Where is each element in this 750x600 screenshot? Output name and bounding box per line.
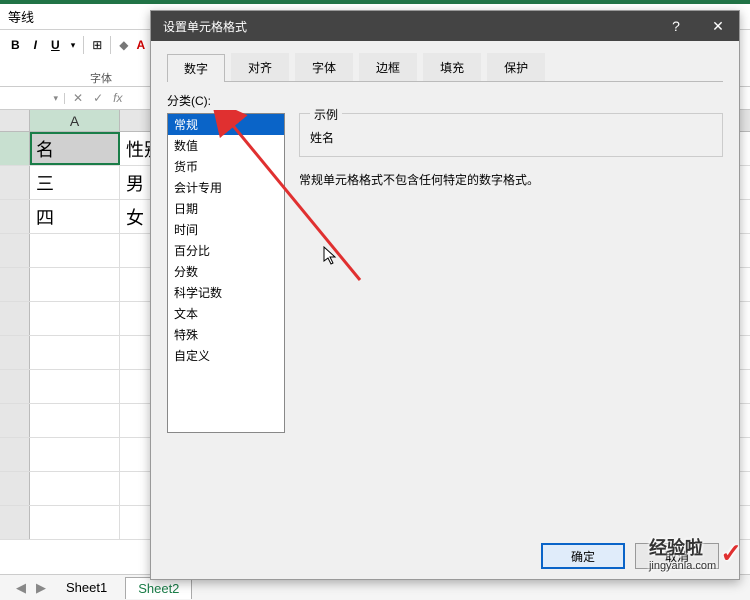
tab-fill[interactable]: 填充 [423, 53, 481, 81]
dialog-title: 设置单元格格式 [163, 18, 247, 35]
accept-formula-icon[interactable]: ✓ [93, 91, 103, 105]
row-header[interactable] [0, 234, 30, 267]
format-cells-dialog: 设置单元格格式 ? ✕ 数字 对齐 字体 边框 填充 保护 分类(C): 常规 … [150, 10, 740, 580]
close-button[interactable]: ✕ [697, 11, 739, 41]
list-item[interactable]: 特殊 [168, 324, 284, 345]
list-item[interactable]: 百分比 [168, 240, 284, 261]
tab-font[interactable]: 字体 [295, 53, 353, 81]
list-item[interactable]: 文本 [168, 303, 284, 324]
bold-button[interactable]: B [8, 36, 23, 54]
list-item[interactable]: 常规 [168, 114, 284, 135]
cancel-formula-icon[interactable]: ✕ [73, 91, 83, 105]
tab-number[interactable]: 数字 [167, 54, 225, 82]
list-item[interactable]: 分数 [168, 261, 284, 282]
select-all-corner[interactable] [0, 110, 30, 131]
fill-color-button[interactable]: ◆ [119, 38, 128, 52]
sample-value: 姓名 [310, 129, 712, 146]
list-item[interactable]: 货币 [168, 156, 284, 177]
cell-a2[interactable]: 三 [30, 166, 120, 199]
category-label: 分类(C): [167, 92, 723, 109]
row-header[interactable] [0, 370, 30, 403]
tab-nav-right-icon[interactable]: ▶ [34, 580, 48, 596]
italic-button[interactable]: I [31, 36, 40, 54]
list-item[interactable]: 科学记数 [168, 282, 284, 303]
font-color-button[interactable]: A [137, 38, 146, 52]
tab-border[interactable]: 边框 [359, 53, 417, 81]
cell-a1[interactable]: 名 [30, 132, 120, 165]
underline-button[interactable]: U [48, 36, 63, 54]
sheet-tab-1[interactable]: Sheet1 [54, 577, 119, 598]
tab-protection[interactable]: 保护 [487, 53, 545, 81]
category-listbox[interactable]: 常规 数值 货币 会计专用 日期 时间 百分比 分数 科学记数 文本 特殊 自定… [167, 113, 285, 433]
font-group-label: 字体 [90, 50, 112, 86]
row-header[interactable] [0, 472, 30, 505]
column-header-a[interactable]: A [30, 110, 120, 131]
list-item[interactable]: 数值 [168, 135, 284, 156]
row-header[interactable] [0, 166, 30, 199]
tab-nav-left-icon[interactable]: ◀ [14, 580, 28, 596]
row-header[interactable] [0, 506, 30, 539]
dropdown-icon[interactable]: ▾ [71, 40, 76, 51]
cell-a3[interactable]: 四 [30, 200, 120, 233]
help-button[interactable]: ? [655, 11, 697, 41]
sample-label: 示例 [310, 106, 342, 123]
list-item[interactable]: 会计专用 [168, 177, 284, 198]
row-header[interactable] [0, 268, 30, 301]
name-box[interactable]: ▾ [0, 93, 65, 104]
dialog-tabs: 数字 对齐 字体 边框 填充 保护 [167, 53, 723, 82]
row-header[interactable] [0, 132, 30, 165]
row-header[interactable] [0, 404, 30, 437]
list-item[interactable]: 自定义 [168, 345, 284, 366]
list-item[interactable]: 时间 [168, 219, 284, 240]
ok-button[interactable]: 确定 [541, 543, 625, 569]
dialog-titlebar[interactable]: 设置单元格格式 ? ✕ [151, 11, 739, 41]
row-header[interactable] [0, 200, 30, 233]
row-header[interactable] [0, 438, 30, 471]
row-header[interactable] [0, 336, 30, 369]
watermark: 经验啦 jingyanla.com ✓ [649, 534, 742, 572]
list-item[interactable]: 日期 [168, 198, 284, 219]
sample-box: 示例 姓名 [299, 113, 723, 157]
tab-alignment[interactable]: 对齐 [231, 53, 289, 81]
row-header[interactable] [0, 302, 30, 335]
format-description: 常规单元格格式不包含任何特定的数字格式。 [299, 171, 723, 188]
check-icon: ✓ [720, 538, 742, 569]
fx-icon[interactable]: fx [113, 91, 122, 105]
